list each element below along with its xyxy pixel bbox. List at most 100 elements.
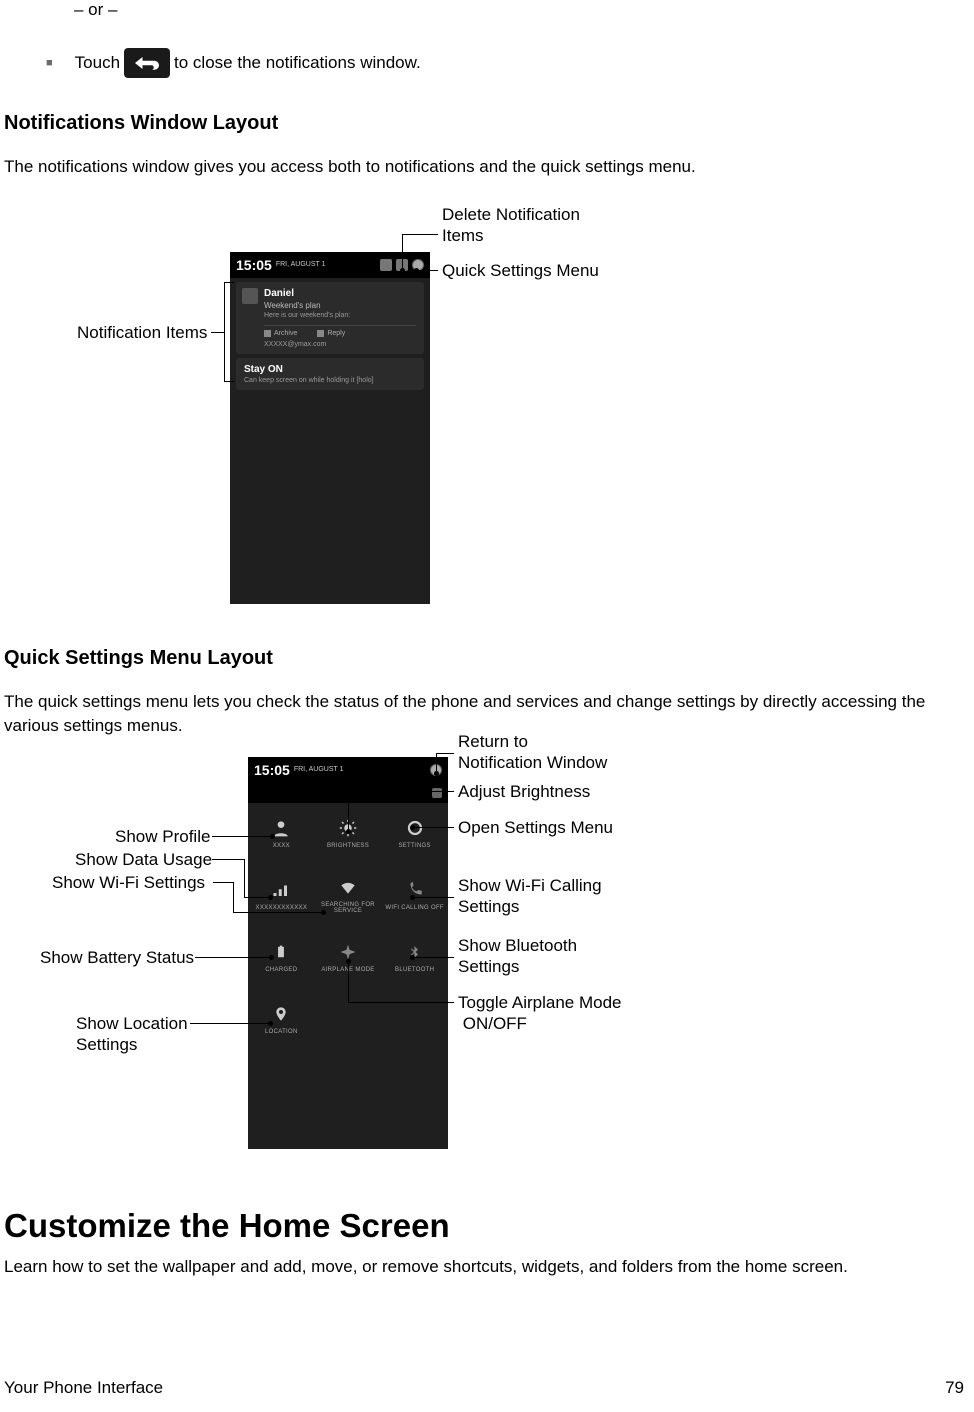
heading-customize-home: Customize the Home Screen [4, 1207, 970, 1245]
trash-icon [380, 259, 392, 271]
callout-show-location: Show Location Settings [76, 1013, 188, 1056]
tile-profile: XXXX [248, 803, 315, 865]
lead-line [348, 791, 349, 831]
tile-bluetooth-label: BLUETOOTH [395, 967, 434, 973]
status-date: FRI, AUGUST 1 [294, 766, 344, 773]
heading-quick-settings-layout: Quick Settings Menu Layout [4, 647, 970, 670]
lead-line [436, 753, 437, 773]
bluetooth-icon [405, 942, 425, 962]
notif2-body: Can keep screen on while holding it [hol… [244, 377, 416, 384]
tile-location-label: LOCATION [265, 1029, 298, 1035]
para-notifications-layout: The notifications window gives you acces… [4, 155, 970, 180]
callout-notification-items: Notification Items [77, 322, 207, 343]
notif2-title: Stay ON [244, 364, 416, 375]
lead-line [190, 1023, 270, 1024]
diagram-quick-settings: 15:05 FRI, AUGUST 1 XXXX BRIGHTNESS SETT… [4, 757, 970, 1177]
lead-dot [410, 955, 415, 960]
tile-wifi-call-label: WIFI CALLING OFF [385, 905, 443, 911]
notification-item-2: Stay ON Can keep screen on while holding… [236, 358, 424, 390]
lead-line [402, 234, 438, 235]
lead-line [233, 912, 323, 913]
lead-dot [270, 834, 275, 839]
wifi-icon [338, 877, 358, 897]
lead-dot [410, 825, 415, 830]
para-customize-home: Learn how to set the wallpaper and add, … [4, 1255, 970, 1280]
tile-wifi: SEARCHING FOR SERVICE [315, 865, 382, 927]
battery-icon [271, 942, 291, 962]
tile-settings: SETTINGS [381, 803, 448, 865]
status-date: FRI, AUGUST 1 [276, 261, 326, 268]
pencil-icon [432, 788, 442, 798]
notif1-email: XXXXX@ymax.com [264, 341, 416, 348]
tile-data: XXXXXXXXXXXX [248, 865, 315, 927]
tile-location: LOCATION [248, 989, 315, 1051]
tile-data-label: XXXXXXXXXXXX [256, 905, 308, 911]
footer-section: Your Phone Interface [4, 1378, 163, 1398]
tile-wifi-label: SEARCHING FOR SERVICE [321, 902, 375, 914]
lead-line [414, 827, 454, 828]
tile-profile-label: XXXX [273, 843, 290, 849]
lead-line [418, 270, 438, 271]
heading-notifications-layout: Notifications Window Layout [4, 112, 970, 135]
notif1-title: Daniel [264, 288, 416, 299]
lead-line [213, 882, 233, 883]
tile-brightness-label: BRIGHTNESS [327, 843, 369, 849]
notif1-body: Here is our weekend's plan: [264, 312, 416, 319]
lead-dot [321, 910, 326, 915]
touch-after: to close the notifications window. [174, 53, 421, 73]
status-bar: 15:05 FRI, AUGUST 1 [248, 757, 448, 783]
status-bar: 15:05 FRI, AUGUST 1 [230, 252, 430, 278]
tile-settings-label: SETTINGS [398, 843, 430, 849]
page-footer: Your Phone Interface 79 [4, 1378, 964, 1398]
lead-line [414, 897, 454, 898]
lead-dot [269, 955, 274, 960]
lead-dot [400, 268, 405, 273]
callout-quick-settings: Quick Settings Menu [442, 260, 599, 281]
callout-show-wifi-settings: Show Wi-Fi Settings [52, 872, 205, 893]
footer-page-number: 79 [945, 1378, 964, 1398]
lead-dot [346, 959, 351, 964]
callout-show-profile: Show Profile [115, 826, 210, 847]
lead-dot [434, 771, 439, 776]
touch-before: Touch [75, 53, 120, 73]
notification-item-1: Daniel Weekend's plan Here is our weeken… [236, 282, 424, 354]
bracket [224, 282, 234, 382]
lead-line [211, 332, 224, 333]
lead-line [348, 962, 349, 1002]
avatar-icon [242, 288, 258, 304]
lead-line [244, 859, 245, 897]
status-time: 15:05 [254, 762, 290, 778]
lead-dot [414, 268, 419, 273]
lead-dot [268, 895, 273, 900]
lead-dot [410, 895, 415, 900]
lead-line [212, 836, 272, 837]
reply-icon [317, 330, 324, 337]
touch-instruction: ■ Touch to close the notifications windo… [46, 48, 970, 78]
callout-open-settings: Open Settings Menu [458, 817, 613, 838]
location-icon [271, 1004, 291, 1024]
phone-screenshot-1: 15:05 FRI, AUGUST 1 Daniel Weekend's pla… [230, 252, 430, 604]
lead-line [233, 882, 234, 912]
lead-line [348, 791, 454, 792]
notif1-archive: Archive [274, 330, 297, 337]
notif1-subtitle: Weekend's plan [264, 301, 416, 310]
callout-return-notification: Return to Notification Window [458, 731, 607, 774]
signal-icon [271, 880, 291, 900]
lead-line [244, 897, 270, 898]
lead-dot [346, 829, 351, 834]
lead-line [212, 859, 244, 860]
lead-line [402, 234, 403, 270]
lead-line [348, 1002, 454, 1003]
tile-battery: CHARGED [248, 927, 315, 989]
callout-bluetooth: Show Bluetooth Settings [458, 935, 577, 978]
callout-wifi-calling: Show Wi-Fi Calling Settings [458, 875, 602, 918]
or-text: – or – [74, 0, 970, 20]
archive-icon [264, 330, 271, 337]
callout-delete-notification: Delete Notification Items [442, 204, 580, 247]
diagram-notifications: 15:05 FRI, AUGUST 1 Daniel Weekend's pla… [4, 198, 970, 613]
status-time: 15:05 [236, 257, 272, 273]
lead-dot [268, 1021, 273, 1026]
callout-show-data-usage: Show Data Usage [75, 849, 212, 870]
bullet-icon: ■ [46, 57, 53, 69]
callout-adjust-brightness: Adjust Brightness [458, 781, 590, 802]
